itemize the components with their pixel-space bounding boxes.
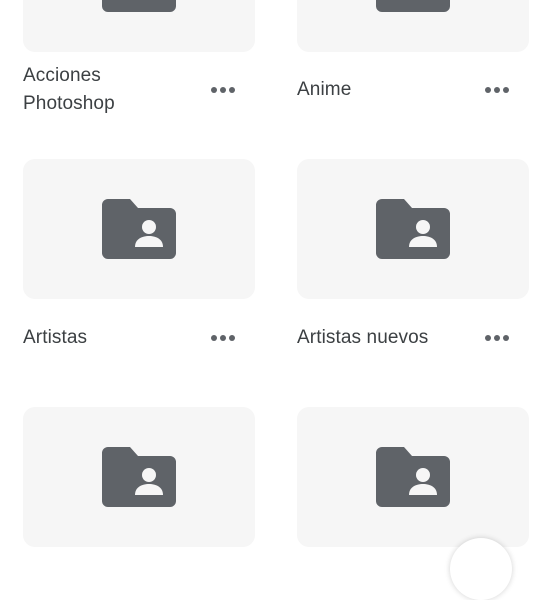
folder-tile-acciones-photoshop[interactable] [23, 0, 255, 52]
shared-folder-icon [102, 199, 176, 259]
folder-name: Artistas [23, 327, 88, 348]
folder-tile[interactable] [23, 407, 255, 547]
folder-name-line: Acciones [23, 65, 101, 86]
folder-more-button[interactable] [477, 324, 517, 352]
floating-action-button[interactable] [450, 538, 512, 600]
folder-name: Artistas nuevos [297, 327, 429, 348]
more-horizontal-icon [485, 335, 509, 341]
folder-name: Anime [297, 79, 352, 100]
shared-folders-grid: Acciones Photoshop Anime Artistas Artist… [0, 0, 550, 600]
folder-tile[interactable] [297, 407, 529, 547]
more-horizontal-icon [485, 87, 509, 93]
folder-tile-artistas-nuevos[interactable] [297, 159, 529, 299]
folder-more-button[interactable] [477, 76, 517, 104]
shared-folder-icon [102, 0, 176, 12]
shared-folder-icon [376, 447, 450, 507]
folder-tile-anime[interactable] [297, 0, 529, 52]
folder-more-button[interactable] [203, 324, 243, 352]
more-horizontal-icon [211, 335, 235, 341]
shared-folder-icon [102, 447, 176, 507]
folder-name-line: Photoshop [23, 93, 115, 114]
shared-folder-icon [376, 199, 450, 259]
more-horizontal-icon [211, 87, 235, 93]
folder-more-button[interactable] [203, 76, 243, 104]
shared-folder-icon [376, 0, 450, 12]
folder-name: Acciones Photoshop [23, 62, 203, 118]
folder-tile-artistas[interactable] [23, 159, 255, 299]
